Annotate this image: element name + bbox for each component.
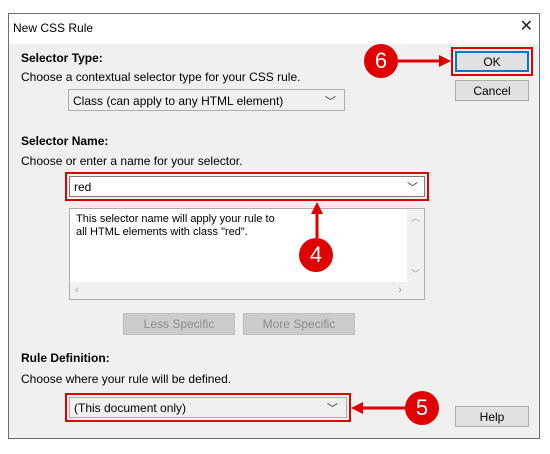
annotation-arrows bbox=[311, 55, 451, 414]
step-4-marker: 4 bbox=[299, 238, 333, 272]
arrowhead-icon bbox=[439, 55, 451, 67]
step-5-marker: 5 bbox=[405, 391, 439, 425]
arrowhead-icon bbox=[311, 202, 323, 214]
step-6-marker: 6 bbox=[364, 44, 398, 78]
arrowhead-icon bbox=[351, 402, 363, 414]
